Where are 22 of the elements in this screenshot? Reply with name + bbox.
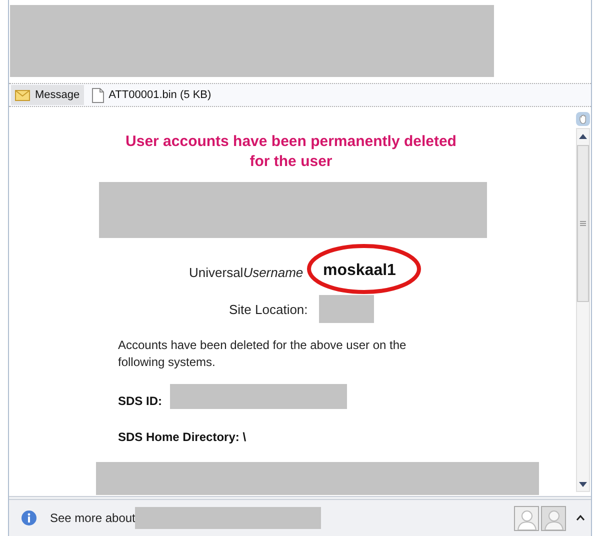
collapse-icon[interactable] — [576, 515, 585, 521]
attachment-tab[interactable]: ATT00001.bin (5 KB) — [88, 85, 216, 105]
scroll-up-icon[interactable] — [579, 134, 587, 138]
redaction-block — [319, 295, 374, 323]
site-location-label: Site Location: — [229, 301, 308, 319]
username-value: moskaal1 — [323, 261, 396, 281]
avatar-icon[interactable] — [541, 506, 566, 530]
message-heading: User accounts have been permanently deleted for the user — [124, 132, 458, 172]
file-icon — [92, 88, 104, 102]
scroll-thumb[interactable] — [577, 145, 589, 302]
message-tab[interactable]: Message — [11, 85, 84, 105]
body-text: Accounts have been deleted for the above user on the following systems. — [118, 337, 408, 371]
hand-tool-icon[interactable] — [576, 112, 590, 126]
scroll-down-icon[interactable] — [579, 482, 587, 486]
username-label: UniversalUsername — [189, 264, 304, 282]
people-pane-text: See more about — [50, 510, 136, 527]
sds-home-label: SDS Home Directory: \ — [118, 429, 246, 446]
sds-id-label: SDS ID: — [118, 393, 162, 410]
avatar-icon[interactable] — [514, 506, 539, 530]
scrollbar[interactable] — [576, 128, 590, 492]
envelope-icon — [15, 90, 30, 100]
info-icon — [21, 510, 37, 526]
